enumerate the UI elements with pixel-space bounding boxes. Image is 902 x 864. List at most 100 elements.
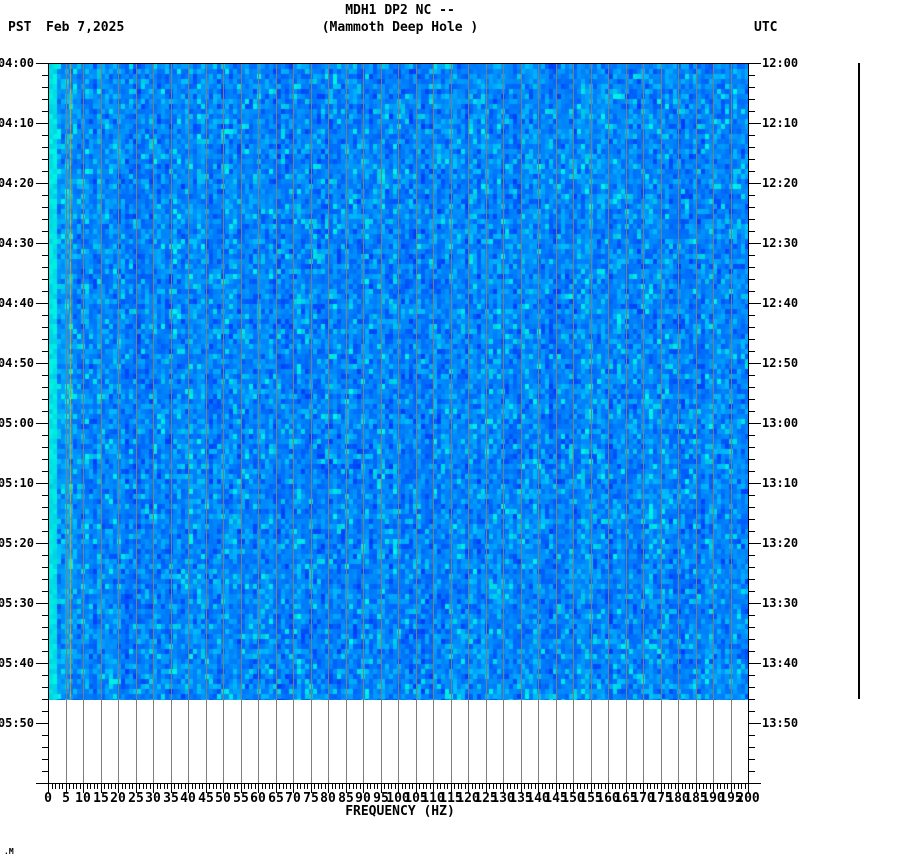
utc-time-label-1320: 13:20 — [762, 536, 799, 550]
pst-time-label-0450: 04:50 — [0, 356, 34, 370]
freq-minor-tick-89hz — [360, 784, 361, 789]
freq-minor-tick-102hz — [405, 784, 406, 789]
freq-minor-tick-192hz — [720, 784, 721, 789]
freq-gridline-195hz — [731, 64, 732, 783]
freq-gridline-120hz — [468, 64, 469, 783]
right-minor-tick-54min — [749, 387, 755, 388]
freq-gridline-50hz — [223, 64, 224, 783]
freq-minor-tick-39hz — [185, 784, 186, 789]
freq-minor-tick-187hz — [703, 784, 704, 789]
freq-minor-tick-16hz — [104, 784, 105, 789]
right-minor-tick-104min — [749, 687, 755, 688]
left-minor-tick-38min — [42, 291, 48, 292]
freq-gridline-75hz — [311, 64, 312, 783]
utc-time-label-1210: 12:10 — [762, 116, 799, 130]
left-minor-tick-102min — [42, 675, 48, 676]
right-minor-tick-98min — [749, 651, 755, 652]
freq-gridline-105hz — [416, 64, 417, 783]
right-major-tick-90min — [749, 603, 761, 604]
freq-minor-tick-32hz — [160, 784, 161, 789]
left-minor-tick-88min — [42, 591, 48, 592]
freq-minor-tick-76hz — [314, 784, 315, 789]
freq-minor-tick-101hz — [402, 784, 403, 789]
freq-minor-tick-174hz — [657, 784, 658, 789]
freq-minor-tick-4hz — [62, 784, 63, 789]
freq-minor-tick-141hz — [542, 784, 543, 789]
right-minor-tick-114min — [749, 747, 755, 748]
pst-time-label-0540: 05:40 — [0, 656, 34, 670]
freq-minor-tick-114hz — [447, 784, 448, 789]
left-minor-tick-92min — [42, 615, 48, 616]
freq-minor-tick-21hz — [122, 784, 123, 789]
freq-minor-tick-82hz — [335, 784, 336, 789]
freq-minor-tick-84hz — [342, 784, 343, 789]
date-label: Feb 7,2025 — [46, 20, 125, 35]
freq-minor-tick-179hz — [675, 784, 676, 789]
right-minor-tick-84min — [749, 567, 755, 568]
utc-time-label-1310: 13:10 — [762, 476, 799, 490]
right-minor-tick-58min — [749, 411, 755, 412]
freq-minor-tick-27hz — [143, 784, 144, 789]
pst-time-label-0530: 05:30 — [0, 596, 34, 610]
freq-minor-tick-116hz — [454, 784, 455, 789]
freq-minor-tick-181hz — [682, 784, 683, 789]
left-minor-tick-22min — [42, 195, 48, 196]
freq-minor-tick-129hz — [500, 784, 501, 789]
utc-time-label-1250: 12:50 — [762, 356, 799, 370]
freq-minor-tick-14hz — [97, 784, 98, 789]
left-minor-tick-116min — [42, 759, 48, 760]
right-minor-tick-92min — [749, 615, 755, 616]
left-major-tick-120min — [36, 783, 48, 784]
pst-time-label-0420: 04:20 — [0, 176, 34, 190]
right-minor-tick-6min — [749, 99, 755, 100]
freq-minor-tick-104hz — [412, 784, 413, 789]
freq-minor-tick-149hz — [570, 784, 571, 789]
freq-minor-tick-122hz — [475, 784, 476, 789]
freq-minor-tick-12hz — [90, 784, 91, 789]
right-minor-tick-96min — [749, 639, 755, 640]
left-major-tick-50min — [36, 363, 48, 364]
freq-minor-tick-108hz — [426, 784, 427, 789]
left-minor-tick-2min — [42, 75, 48, 76]
right-minor-tick-16min — [749, 159, 755, 160]
right-major-tick-80min — [749, 543, 761, 544]
freq-gridline-90hz — [363, 64, 364, 783]
right-major-tick-70min — [749, 483, 761, 484]
freq-minor-tick-2hz — [55, 784, 56, 789]
freq-gridline-65hz — [276, 64, 277, 783]
freq-gridline-85hz — [346, 64, 347, 783]
x-axis-title: FREQUENCY (HZ) — [345, 804, 455, 819]
freq-minor-tick-1hz — [52, 784, 53, 789]
freq-minor-tick-24hz — [132, 784, 133, 789]
freq-minor-tick-182hz — [685, 784, 686, 789]
left-minor-tick-28min — [42, 231, 48, 232]
freq-minor-tick-132hz — [510, 784, 511, 789]
freq-minor-tick-72hz — [300, 784, 301, 789]
freq-gridline-160hz — [608, 64, 609, 783]
freq-minor-tick-139hz — [535, 784, 536, 789]
freq-gridline-70hz — [293, 64, 294, 783]
freq-gridline-175hz — [661, 64, 662, 783]
left-minor-tick-32min — [42, 255, 48, 256]
freq-minor-tick-19hz — [115, 784, 116, 789]
plot-left-axis — [48, 63, 49, 784]
freq-minor-tick-196hz — [734, 784, 735, 789]
freq-minor-tick-151hz — [577, 784, 578, 789]
freq-minor-tick-93hz — [374, 784, 375, 789]
freq-minor-tick-67hz — [283, 784, 284, 789]
freq-minor-tick-184hz — [692, 784, 693, 789]
freq-minor-tick-177hz — [668, 784, 669, 789]
right-minor-tick-26min — [749, 219, 755, 220]
freq-minor-tick-31hz — [157, 784, 158, 789]
freq-minor-tick-59hz — [255, 784, 256, 789]
left-minor-tick-48min — [42, 351, 48, 352]
right-minor-tick-34min — [749, 267, 755, 268]
freq-minor-tick-153hz — [584, 784, 585, 789]
left-minor-tick-26min — [42, 219, 48, 220]
freq-minor-tick-186hz — [699, 784, 700, 789]
freq-minor-tick-88hz — [356, 784, 357, 789]
right-minor-tick-18min — [749, 171, 755, 172]
right-major-tick-10min — [749, 123, 761, 124]
freq-minor-tick-171hz — [647, 784, 648, 789]
freq-minor-tick-47hz — [213, 784, 214, 789]
